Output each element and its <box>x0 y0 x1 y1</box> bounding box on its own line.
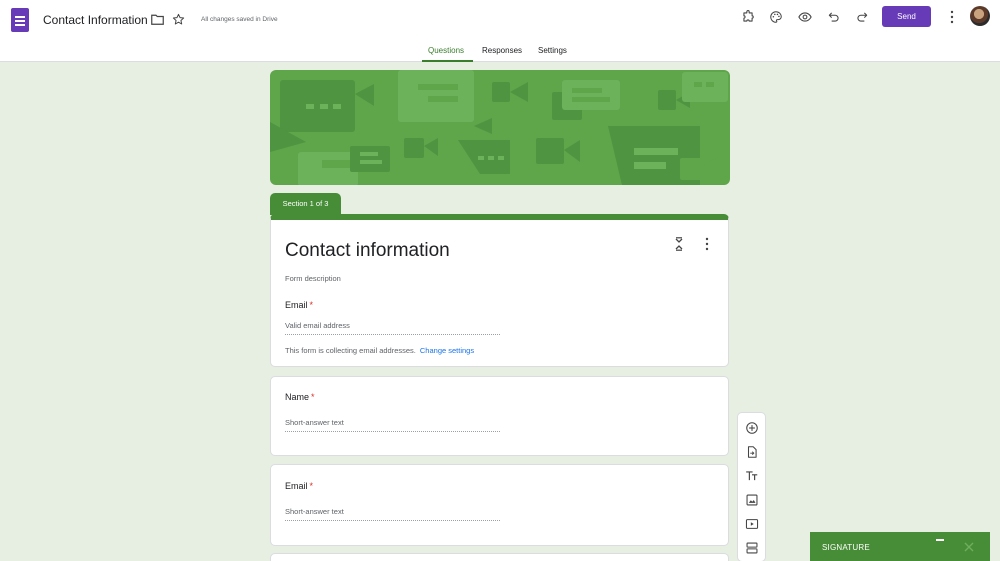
add-image-icon[interactable] <box>745 493 759 507</box>
email-label-text: Email <box>285 300 308 310</box>
add-ons-icon[interactable] <box>741 10 755 24</box>
short-answer-placeholder[interactable]: Short-answer text <box>285 418 500 432</box>
short-answer-placeholder[interactable]: Short-answer text <box>285 507 500 521</box>
preview-icon[interactable] <box>798 10 812 24</box>
section-header-card[interactable]: Contact information Form description Ema… <box>270 214 729 367</box>
document-title[interactable]: Contact Information <box>43 13 148 27</box>
signature-panel-title: SIGNATURE <box>822 543 870 552</box>
tab-questions[interactable]: Questions <box>428 46 464 55</box>
minimize-icon[interactable] <box>936 539 944 541</box>
tab-responses[interactable]: Responses <box>482 46 522 55</box>
import-questions-icon[interactable] <box>745 445 759 459</box>
question-label: Email * <box>285 481 313 491</box>
header-banner-image <box>270 70 730 185</box>
required-asterisk: * <box>311 392 315 402</box>
add-question-icon[interactable] <box>745 421 759 435</box>
question-label: Name * <box>285 392 315 402</box>
send-button[interactable]: Send <box>882 6 931 27</box>
tab-bar: Questions Responses Settings <box>0 38 1000 62</box>
top-app-bar: Contact Information All changes saved in… <box>0 0 1000 38</box>
floating-question-toolbar <box>737 412 766 561</box>
forms-logo-icon[interactable] <box>11 8 29 32</box>
section-more-icon[interactable] <box>704 237 710 251</box>
tab-settings[interactable]: Settings <box>538 46 567 55</box>
section-title[interactable]: Contact information <box>285 240 450 262</box>
change-settings-link[interactable]: Change settings <box>420 346 474 355</box>
palette-icon[interactable] <box>769 10 783 24</box>
add-title-icon[interactable] <box>745 469 759 483</box>
add-section-icon[interactable] <box>745 541 759 555</box>
question-card-name[interactable]: Name * Short-answer text <box>270 376 729 456</box>
question-label-text: Email <box>285 481 308 491</box>
undo-icon[interactable] <box>827 10 841 24</box>
question-label-text: Name <box>285 392 310 402</box>
form-description-field[interactable]: Form description <box>285 274 341 283</box>
question-card-email[interactable]: Email * Short-answer text <box>270 464 729 546</box>
email-input-placeholder[interactable]: Valid email address <box>285 321 500 335</box>
section-badge: Section 1 of 3 <box>270 193 341 215</box>
folder-icon[interactable] <box>151 14 164 25</box>
user-avatar[interactable] <box>970 6 990 26</box>
add-video-icon[interactable] <box>745 517 759 531</box>
email-collection-note: This form is collecting email addresses.… <box>285 346 474 355</box>
required-asterisk: * <box>309 300 314 310</box>
active-tab-indicator <box>422 60 473 62</box>
banner-pattern <box>270 70 728 185</box>
redo-icon[interactable] <box>855 10 869 24</box>
more-vert-icon[interactable] <box>948 10 956 24</box>
save-status: All changes saved in Drive <box>201 16 278 23</box>
collecting-note-text: This form is collecting email addresses. <box>285 346 416 355</box>
question-card-next[interactable] <box>270 553 729 561</box>
close-icon[interactable] <box>964 542 974 552</box>
email-question-label: Email * <box>285 300 313 310</box>
star-icon[interactable] <box>172 13 185 26</box>
required-asterisk: * <box>309 481 314 491</box>
signature-panel[interactable]: SIGNATURE <box>810 532 990 561</box>
collapse-section-icon[interactable] <box>674 237 684 251</box>
